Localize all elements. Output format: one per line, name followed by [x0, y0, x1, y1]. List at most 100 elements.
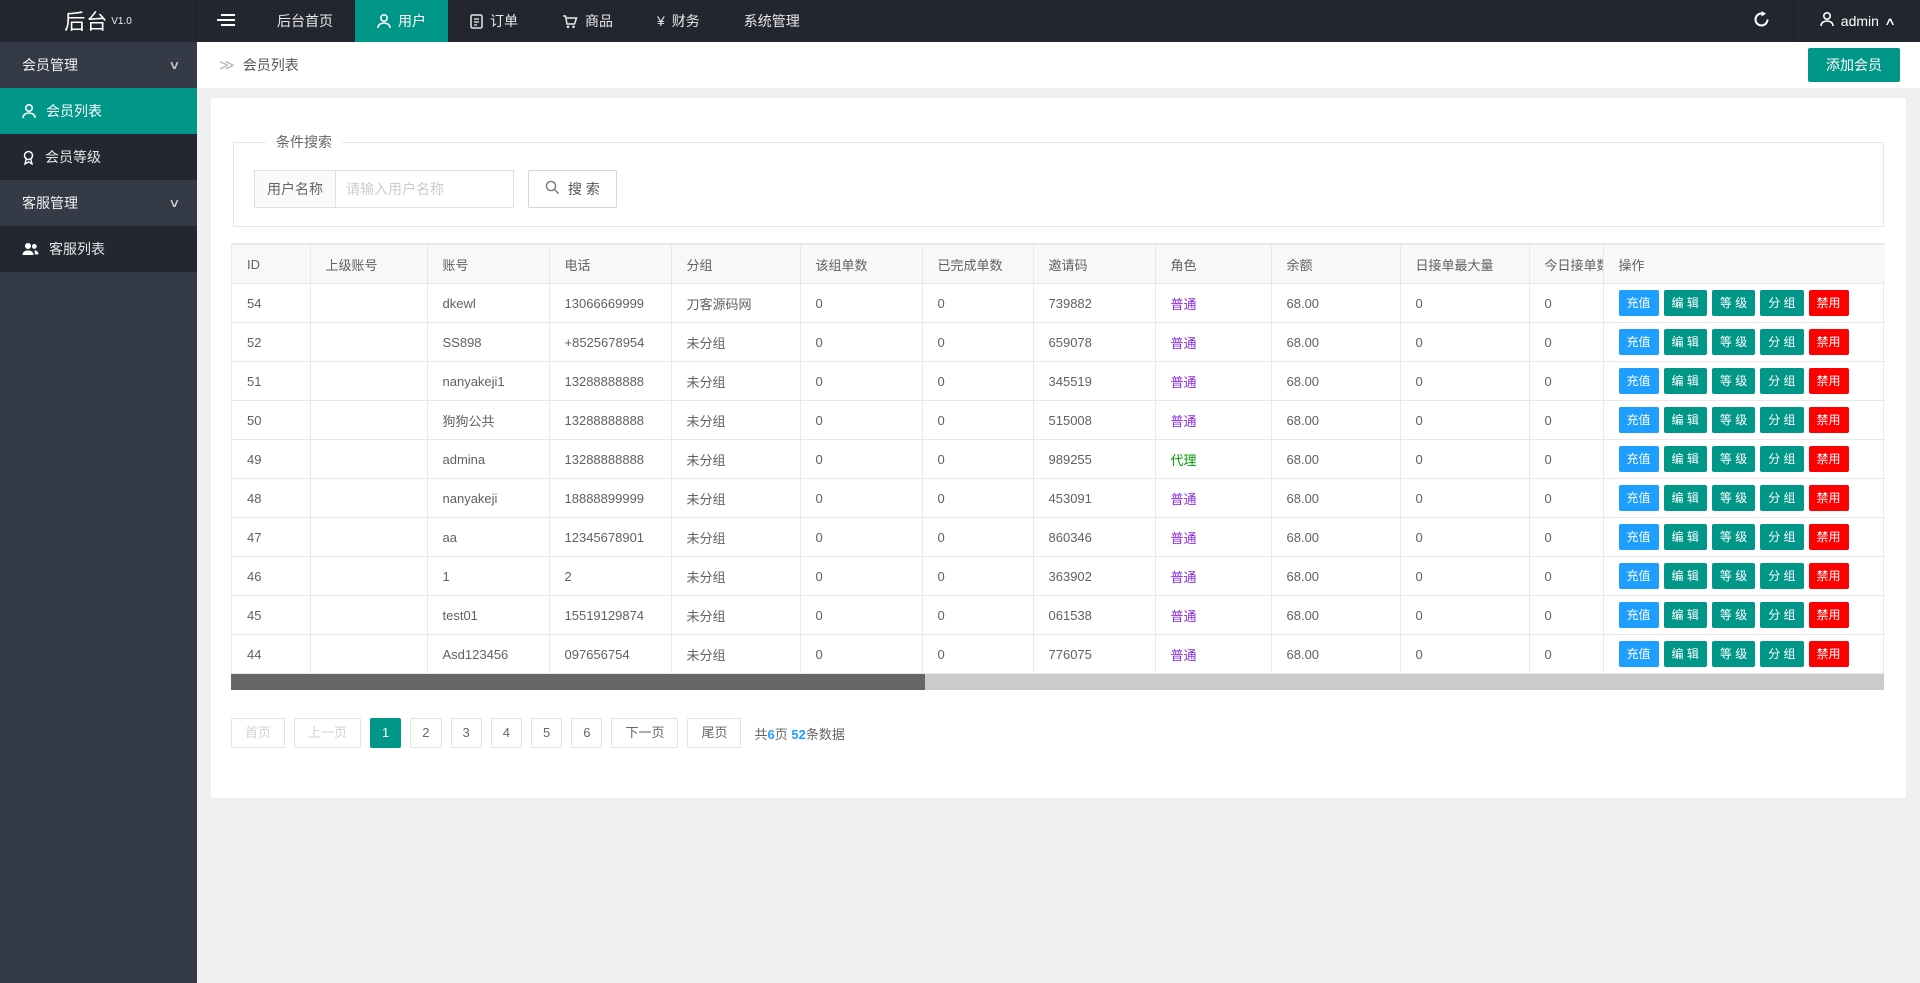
add-member-button[interactable]: 添加会员 [1808, 48, 1900, 82]
cell-id: 47 [232, 518, 310, 557]
level-button[interactable]: 等 级 [1712, 446, 1755, 472]
group-button[interactable]: 分 组 [1760, 368, 1803, 394]
admin-menu[interactable]: admin ∧ [1793, 0, 1920, 42]
group-button[interactable]: 分 组 [1760, 407, 1803, 433]
horizontal-scrollbar[interactable] [231, 674, 1884, 690]
group-button[interactable]: 分 组 [1760, 446, 1803, 472]
disable-button[interactable]: 禁用 [1809, 407, 1849, 433]
pagination-first-button[interactable]: 首页 [231, 718, 285, 748]
sidebar-item-会员等级[interactable]: 会员等级 [0, 134, 197, 180]
edit-button[interactable]: 编 辑 [1664, 407, 1707, 433]
nav-item-4[interactable]: 商品 [540, 0, 635, 42]
username-input[interactable] [336, 170, 514, 208]
table-row: 54dkewl13066669999刀客源码网00739882普通68.0000… [232, 284, 1885, 323]
recharge-button[interactable]: 充值 [1619, 368, 1659, 394]
column-header: 日接单最大量 [1400, 245, 1529, 284]
edit-button[interactable]: 编 辑 [1664, 563, 1707, 589]
cell-daily_max: 0 [1400, 596, 1529, 635]
group-button[interactable]: 分 组 [1760, 290, 1803, 316]
disable-button[interactable]: 禁用 [1809, 368, 1849, 394]
column-header: 邀请码 [1033, 245, 1155, 284]
disable-button[interactable]: 禁用 [1809, 641, 1849, 667]
disable-button[interactable]: 禁用 [1809, 290, 1849, 316]
sidebar-group-1[interactable]: 会员管理∨ [0, 42, 197, 88]
recharge-button[interactable]: 充值 [1619, 290, 1659, 316]
group-button[interactable]: 分 组 [1760, 602, 1803, 628]
group-button[interactable]: 分 组 [1760, 641, 1803, 667]
edit-button[interactable]: 编 辑 [1664, 485, 1707, 511]
cell-daily_max: 0 [1400, 362, 1529, 401]
cell-balance: 68.00 [1271, 635, 1400, 674]
horizontal-scrollbar-thumb[interactable] [231, 674, 925, 690]
disable-button[interactable]: 禁用 [1809, 485, 1849, 511]
disable-button[interactable]: 禁用 [1809, 602, 1849, 628]
level-button[interactable]: 等 级 [1712, 602, 1755, 628]
level-button[interactable]: 等 级 [1712, 407, 1755, 433]
nav-item-1[interactable]: 后台首页 [255, 0, 355, 42]
cell-account: admina [427, 440, 549, 479]
recharge-button[interactable]: 充值 [1619, 524, 1659, 550]
sidebar-item-会员列表[interactable]: 会员列表 [0, 88, 197, 134]
edit-button[interactable]: 编 辑 [1664, 368, 1707, 394]
cell-actions: 充值编 辑等 级分 组禁用 [1603, 323, 1885, 362]
edit-button[interactable]: 编 辑 [1664, 641, 1707, 667]
level-button[interactable]: 等 级 [1712, 641, 1755, 667]
cell-invite: 515008 [1033, 401, 1155, 440]
nav-item-label: 用户 [398, 11, 426, 31]
edit-button[interactable]: 编 辑 [1664, 290, 1707, 316]
recharge-button[interactable]: 充值 [1619, 329, 1659, 355]
page-title: 会员列表 [243, 55, 299, 75]
pagination-page-1-button[interactable]: 1 [370, 718, 401, 748]
cell-completed: 0 [922, 362, 1033, 401]
pagination-next-button[interactable]: 下一页 [611, 718, 678, 748]
cell-id: 50 [232, 401, 310, 440]
pagination-page-4-button[interactable]: 4 [491, 718, 522, 748]
level-button[interactable]: 等 级 [1712, 329, 1755, 355]
recharge-button[interactable]: 充值 [1619, 641, 1659, 667]
disable-button[interactable]: 禁用 [1809, 563, 1849, 589]
disable-button[interactable]: 禁用 [1809, 446, 1849, 472]
cell-today: 0 [1529, 362, 1603, 401]
edit-button[interactable]: 编 辑 [1664, 524, 1707, 550]
pagination-page-3-button[interactable]: 3 [451, 718, 482, 748]
level-button[interactable]: 等 级 [1712, 290, 1755, 316]
refresh-button[interactable] [1731, 0, 1793, 42]
search-button[interactable]: 搜 索 [528, 170, 617, 208]
sidebar-item-客服列表[interactable]: 客服列表 [0, 226, 197, 272]
pagination-prev-button[interactable]: 上一页 [294, 718, 361, 748]
level-button[interactable]: 等 级 [1712, 524, 1755, 550]
sidebar-group-2[interactable]: 客服管理∨ [0, 180, 197, 226]
hamburger-menu-button[interactable] [197, 0, 255, 42]
edit-button[interactable]: 编 辑 [1664, 446, 1707, 472]
group-button[interactable]: 分 组 [1760, 329, 1803, 355]
recharge-button[interactable]: 充值 [1619, 563, 1659, 589]
edit-button[interactable]: 编 辑 [1664, 602, 1707, 628]
group-button[interactable]: 分 组 [1760, 524, 1803, 550]
recharge-button[interactable]: 充值 [1619, 407, 1659, 433]
recharge-button[interactable]: 充值 [1619, 446, 1659, 472]
nav-item-5[interactable]: ¥财务 [635, 0, 722, 42]
pagination-page-6-button[interactable]: 6 [571, 718, 602, 748]
pagination-page-2-button[interactable]: 2 [410, 718, 441, 748]
group-button[interactable]: 分 组 [1760, 563, 1803, 589]
cell-phone: +8525678954 [549, 323, 671, 362]
cell-group: 未分组 [671, 362, 800, 401]
cell-parent [310, 518, 427, 557]
cell-today: 0 [1529, 323, 1603, 362]
disable-button[interactable]: 禁用 [1809, 524, 1849, 550]
pagination-last-button[interactable]: 尾页 [687, 718, 741, 748]
recharge-button[interactable]: 充值 [1619, 602, 1659, 628]
recharge-button[interactable]: 充值 [1619, 485, 1659, 511]
level-button[interactable]: 等 级 [1712, 485, 1755, 511]
group-button[interactable]: 分 组 [1760, 485, 1803, 511]
edit-button[interactable]: 编 辑 [1664, 329, 1707, 355]
cell-invite: 345519 [1033, 362, 1155, 401]
level-button[interactable]: 等 级 [1712, 563, 1755, 589]
nav-item-2[interactable]: 用户 [355, 0, 448, 42]
level-button[interactable]: 等 级 [1712, 368, 1755, 394]
nav-item-3[interactable]: 订单 [448, 0, 540, 42]
disable-button[interactable]: 禁用 [1809, 329, 1849, 355]
nav-item-6[interactable]: 系统管理 [722, 0, 822, 42]
pagination-page-5-button[interactable]: 5 [531, 718, 562, 748]
cell-parent [310, 401, 427, 440]
